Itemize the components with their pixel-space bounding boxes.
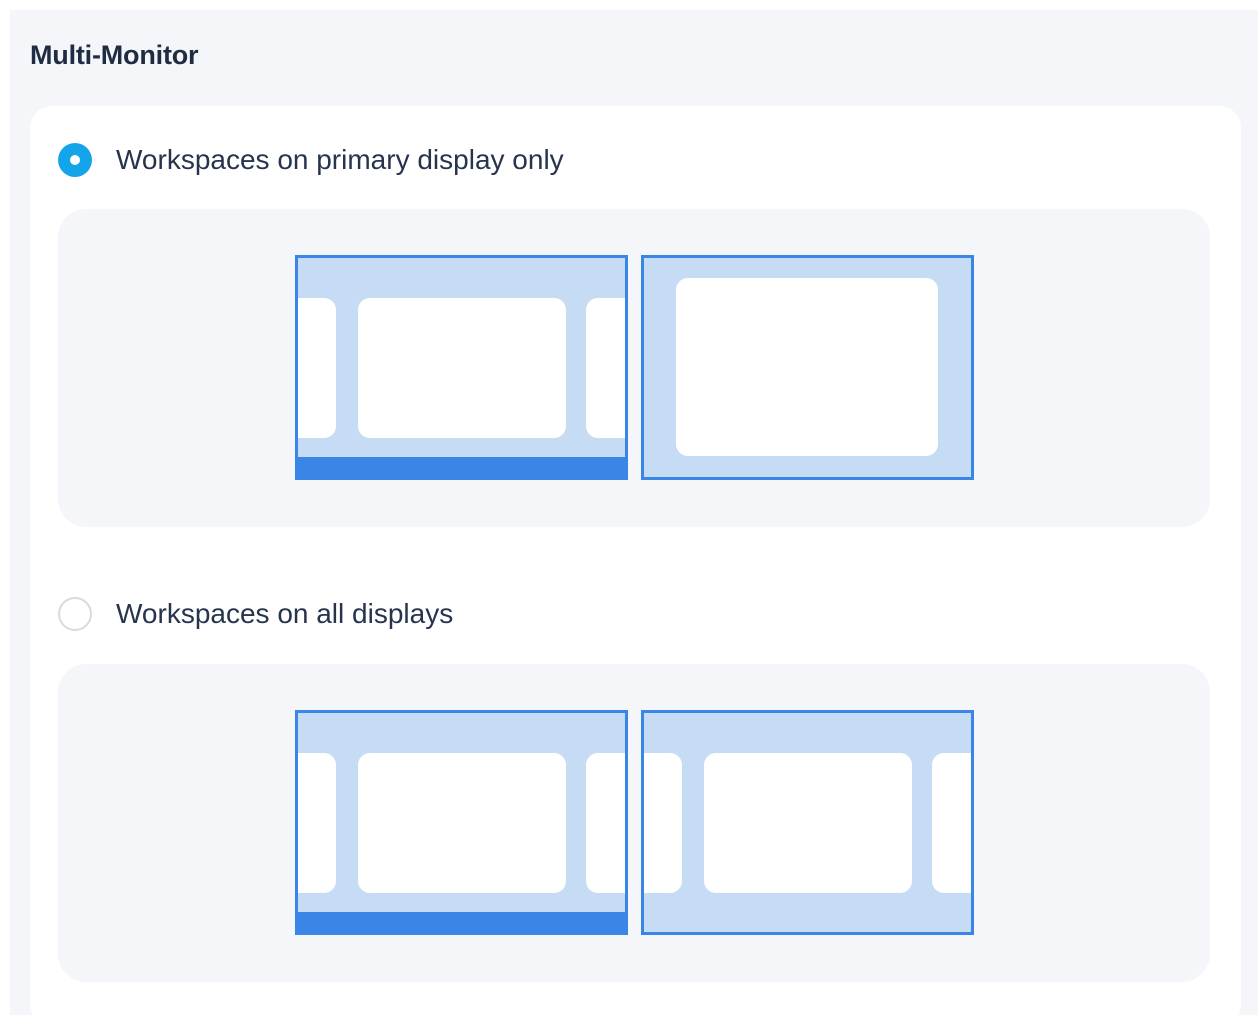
radio-all-displays[interactable] [58, 597, 92, 631]
workspace-thumbnail [704, 753, 912, 893]
taskbar-icon [298, 912, 625, 932]
option-label: Workspaces on primary display only [116, 144, 564, 175]
section-title: Multi-Monitor [30, 40, 199, 70]
option-primary-display-only[interactable]: Workspaces on primary display only [58, 140, 564, 180]
preview-all-displays[interactable] [58, 664, 1210, 982]
workspace-thumbnail [298, 298, 336, 438]
workspace-thumbnail [358, 753, 566, 893]
primary-monitor-icon [295, 710, 628, 935]
option-all-displays[interactable]: Workspaces on all displays [58, 594, 453, 634]
multi-monitor-card: Workspaces on primary display only Works… [30, 106, 1241, 1026]
workspace-thumbnail [586, 753, 625, 893]
taskbar-icon [298, 457, 625, 477]
preview-primary-display-only[interactable] [58, 209, 1210, 527]
workspace-thumbnail [586, 298, 625, 438]
radio-primary-display-only[interactable] [58, 143, 92, 177]
multi-monitor-panel: Multi-Monitor Workspaces on primary disp… [10, 10, 1258, 1026]
workspace-thumbnail [932, 753, 971, 893]
secondary-monitor-icon [641, 710, 974, 935]
workspace-thumbnail [644, 753, 682, 893]
workspace-thumbnail [298, 753, 336, 893]
workspace-thumbnail [358, 298, 566, 438]
secondary-monitor-icon [641, 255, 974, 480]
option-label: Workspaces on all displays [116, 598, 454, 629]
workspace-thumbnail [676, 278, 938, 456]
primary-monitor-icon [295, 255, 628, 480]
